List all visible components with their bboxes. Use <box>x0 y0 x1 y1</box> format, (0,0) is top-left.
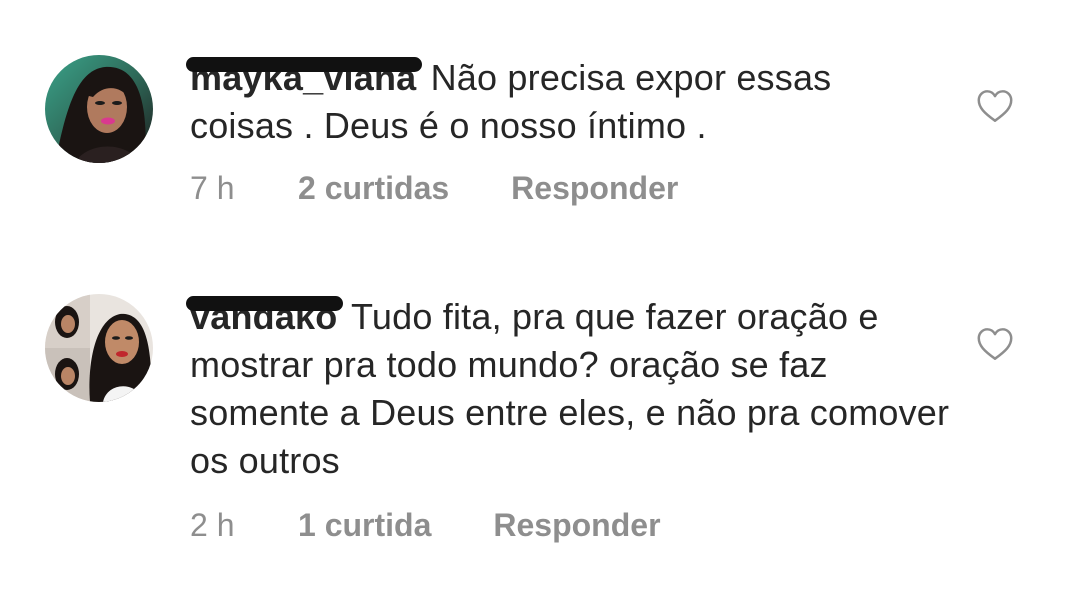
comment-time: 7 h <box>190 170 235 206</box>
avatar[interactable] <box>45 294 153 402</box>
avatar-image <box>45 294 153 402</box>
avatar-image <box>45 55 153 163</box>
likes-count[interactable]: 2 curtidas <box>298 170 449 207</box>
comment-item: vandako Tudo fita, pra que fazer oração … <box>0 230 1080 615</box>
reply-button[interactable]: Responder <box>511 170 678 207</box>
comment-meta: 7 h 2 curtidas Responder <box>190 170 678 207</box>
heart-outline-icon <box>977 328 1013 360</box>
comment-body: mayka_viana Não precisa expor essas cois… <box>186 54 930 150</box>
comment-meta: 2 h 1 curtida Responder <box>190 507 661 544</box>
avatar[interactable] <box>45 55 153 163</box>
likes-count[interactable]: 1 curtida <box>298 507 431 544</box>
heart-outline-icon <box>977 90 1013 122</box>
like-button[interactable] <box>976 89 1014 123</box>
redaction-mark <box>186 57 423 72</box>
reply-button[interactable]: Responder <box>493 507 660 544</box>
comment-time: 2 h <box>190 507 235 543</box>
comment-body: vandako Tudo fita, pra que fazer oração … <box>186 293 950 485</box>
redaction-mark <box>186 296 344 311</box>
like-button[interactable] <box>976 327 1014 361</box>
comment-username[interactable]: mayka_viana <box>186 54 423 102</box>
comment-item: mayka_viana Não precisa expor essas cois… <box>0 0 1080 230</box>
comment-username[interactable]: vandako <box>186 293 344 341</box>
